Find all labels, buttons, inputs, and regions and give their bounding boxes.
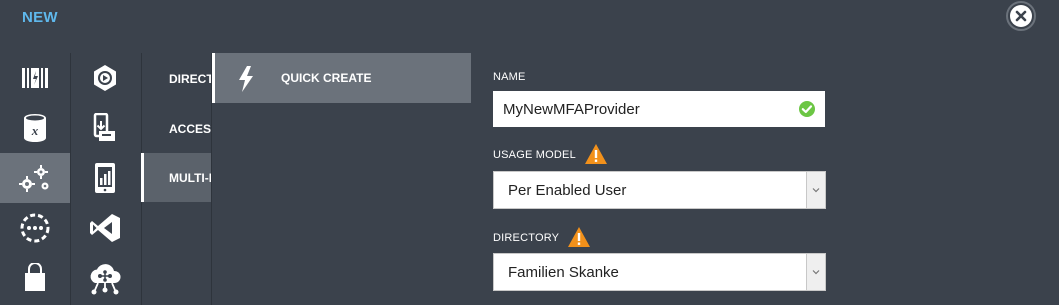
dashed-circle-icon xyxy=(20,213,50,243)
close-icon xyxy=(1010,5,1032,27)
mobile-deploy-icon xyxy=(93,113,115,141)
category-directory[interactable]: DIRECTORY xyxy=(141,54,211,103)
warning-icon xyxy=(584,143,608,168)
media-services-button[interactable] xyxy=(70,53,140,103)
category-multi-factor-auth[interactable]: MULTI-FACTOR AUTH xyxy=(141,153,211,202)
close-button[interactable] xyxy=(1006,1,1036,31)
data-services-button[interactable] xyxy=(0,53,70,103)
cloud-network-button[interactable] xyxy=(70,253,140,303)
primary-category-column: x xyxy=(0,53,71,305)
mobile-deploy-button[interactable] xyxy=(70,103,140,153)
store-button[interactable] xyxy=(0,253,70,303)
usage-model-value: Per Enabled User xyxy=(508,181,627,199)
visual-studio-icon xyxy=(90,214,120,242)
usage-model-select[interactable]: Per Enabled User xyxy=(493,171,826,209)
directory-label-text: DIRECTORY xyxy=(493,232,560,244)
name-label: NAME xyxy=(493,71,526,83)
sql-database-button[interactable]: x xyxy=(0,103,70,153)
mobile-device-button[interactable] xyxy=(70,153,140,203)
directory-select[interactable]: Familien Skanke xyxy=(493,253,826,291)
name-input[interactable]: MyNewMFAProvider xyxy=(493,91,825,127)
lightning-icon xyxy=(237,66,255,97)
chevron-down-icon xyxy=(806,254,825,290)
secondary-category-column xyxy=(70,53,142,305)
chevron-down-icon xyxy=(806,172,825,208)
mobile-device-icon xyxy=(95,163,115,193)
app-services-icon xyxy=(19,165,49,192)
category-label: ACCESS CONTROL xyxy=(169,121,211,136)
svg-text:x: x xyxy=(31,123,39,138)
data-services-icon xyxy=(22,68,48,88)
category-label: DIRECTORY xyxy=(169,71,211,86)
page-title: NEW xyxy=(22,9,58,26)
usage-model-label-text: USAGE MODEL xyxy=(493,149,576,161)
usage-model-label: USAGE MODEL xyxy=(493,142,608,168)
store-bag-icon xyxy=(25,263,45,291)
name-label-text: NAME xyxy=(493,71,526,83)
directory-value: Familien Skanke xyxy=(508,263,619,281)
quick-create-label: QUICK CREATE xyxy=(281,71,372,85)
name-input-value: MyNewMFAProvider xyxy=(503,100,640,118)
warning-icon xyxy=(567,226,591,251)
category-label: MULTI-FACTOR AUTH xyxy=(169,170,211,185)
more-services-button[interactable] xyxy=(0,203,70,253)
directory-label: DIRECTORY xyxy=(493,225,591,251)
subcategory-column: DIRECTORY ACCESS CONTROL MULTI-FACTOR AU… xyxy=(141,53,211,305)
check-circle-icon xyxy=(798,100,816,122)
cloud-network-icon xyxy=(90,264,121,295)
category-access-control[interactable]: ACCESS CONTROL xyxy=(141,104,211,153)
visual-studio-button[interactable] xyxy=(70,203,140,253)
app-services-button[interactable] xyxy=(0,153,70,203)
media-services-icon xyxy=(94,65,116,91)
quick-create-item[interactable]: QUICK CREATE xyxy=(212,53,471,103)
action-column: QUICK CREATE xyxy=(211,53,471,305)
sql-database-icon: x xyxy=(24,114,46,142)
